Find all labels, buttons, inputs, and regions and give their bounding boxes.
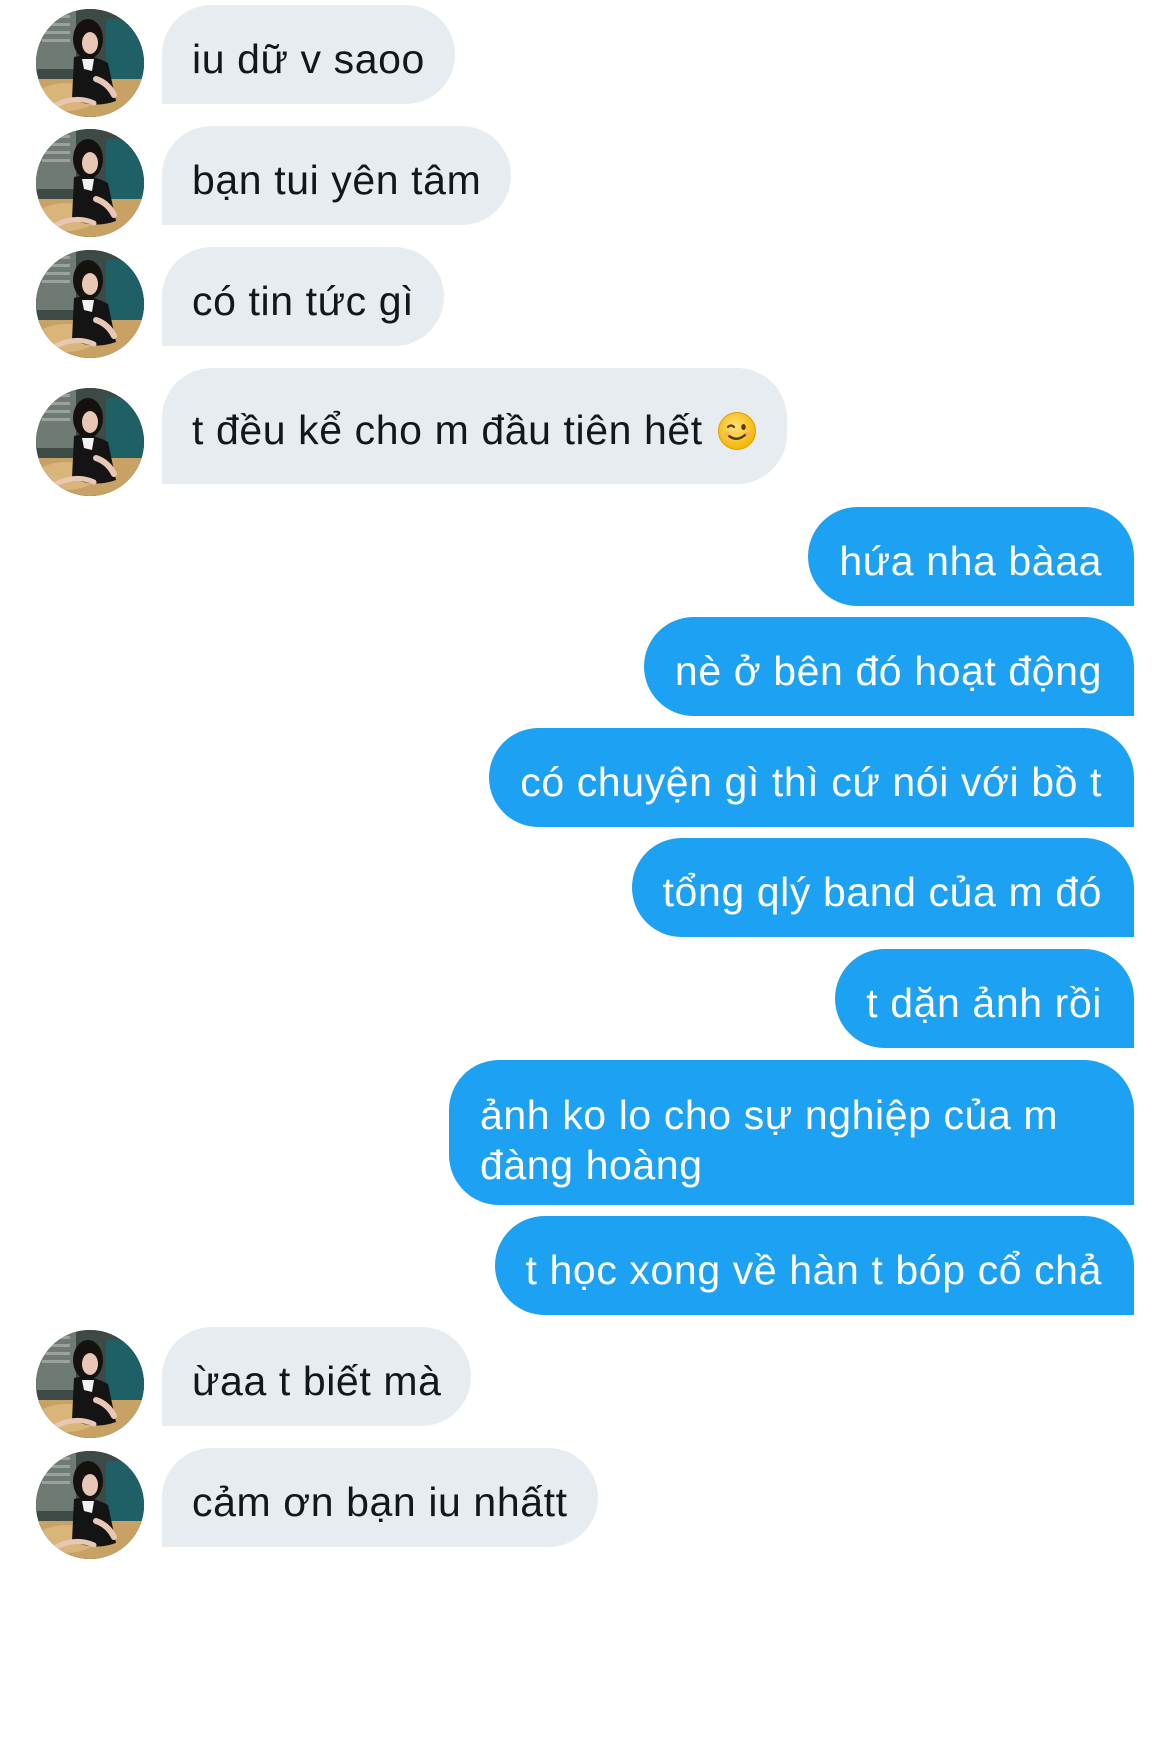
message-bubble-incoming[interactable]: cảm ơn bạn iu nhấtt (162, 1448, 598, 1547)
message-text: t đều kể cho m đầu tiên hết (192, 407, 703, 453)
message-text: iu dữ v saoo (192, 36, 425, 82)
message-text: nè ở bên đó hoạt động (674, 648, 1102, 694)
message-bubble-outgoing[interactable]: ảnh ko lo cho sự nghiệp của m đàng hoàng (449, 1060, 1134, 1205)
contact-avatar[interactable] (36, 1330, 144, 1438)
message-text: ừaa t biết mà (192, 1358, 442, 1404)
contact-avatar[interactable] (36, 9, 144, 117)
contact-avatar[interactable] (36, 129, 144, 237)
message-bubble-outgoing[interactable]: có chuyện gì thì cứ nói với bồ t (489, 728, 1134, 827)
message-bubble-incoming[interactable]: iu dữ v saoo (162, 5, 455, 104)
message-text: tổng qlý band của m đó (662, 869, 1102, 915)
message-text: hứa nha bàaa (839, 538, 1102, 584)
message-bubble-incoming[interactable]: bạn tui yên tâm (162, 126, 512, 225)
message-text: có chuyện gì thì cứ nói với bồ t (520, 759, 1102, 805)
message-bubble-incoming[interactable]: ừaa t biết mà (162, 1327, 472, 1426)
message-text: t dặn ảnh rồi (866, 980, 1102, 1026)
message-bubble-outgoing[interactable]: hứa nha bàaa (808, 507, 1134, 606)
message-bubble-outgoing[interactable]: tổng qlý band của m đó (631, 838, 1134, 937)
message-bubble-incoming[interactable]: có tin tức gì (162, 247, 445, 346)
contact-avatar[interactable] (36, 388, 144, 496)
message-bubble-outgoing[interactable]: t học xong về hàn t bóp cổ chả (494, 1216, 1134, 1315)
contact-avatar[interactable] (36, 250, 144, 358)
message-bubble-outgoing[interactable]: t dặn ảnh rồi (835, 949, 1134, 1048)
message-text: có tin tức gì (192, 278, 415, 324)
winking-face-emoji-icon (717, 411, 757, 451)
message-text: bạn tui yên tâm (192, 157, 482, 203)
message-bubble-outgoing[interactable]: nè ở bên đó hoạt động (643, 617, 1134, 716)
contact-avatar[interactable] (36, 1451, 144, 1559)
message-text: ảnh ko lo cho sự nghiệp của m đàng hoàng (480, 1092, 1059, 1188)
message-text: cảm ơn bạn iu nhấtt (192, 1479, 568, 1525)
message-text: t học xong về hàn t bóp cổ chả (525, 1247, 1102, 1293)
message-bubble-incoming[interactable]: t đều kể cho m đầu tiên hết (162, 368, 787, 484)
